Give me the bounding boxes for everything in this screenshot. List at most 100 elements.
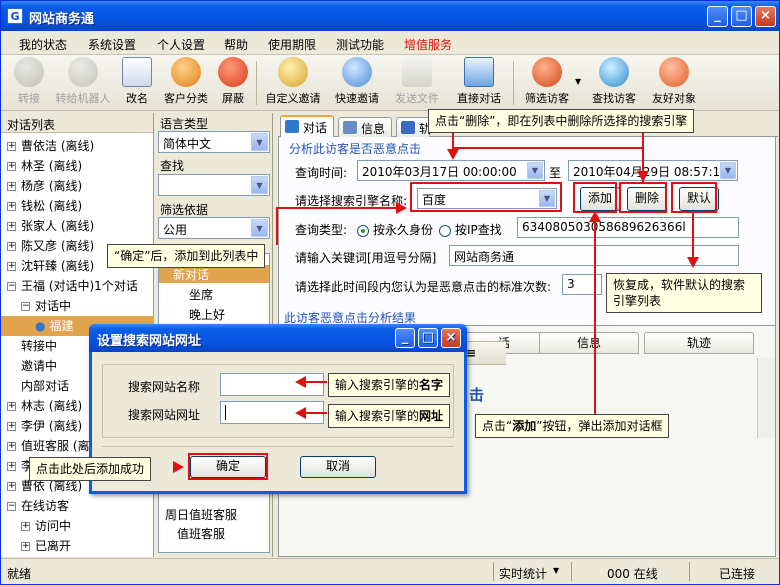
close-button[interactable]: × bbox=[755, 6, 776, 27]
collapse-icon[interactable]: − bbox=[7, 282, 16, 291]
robot-transfer-button[interactable]: 转给机器人 bbox=[51, 57, 115, 109]
dialog-title-bar[interactable]: 设置搜索网站网址 _ □ × bbox=[89, 324, 467, 352]
tree-item[interactable]: + 林圣 (离线) bbox=[1, 156, 154, 176]
menu-personal-settings[interactable]: 个人设置 bbox=[157, 36, 205, 53]
expand-icon[interactable]: + bbox=[7, 142, 16, 151]
tree-item-label: 邀请中 bbox=[21, 359, 58, 373]
tab-info[interactable]: 信息 bbox=[338, 117, 392, 137]
tab-track[interactable]: 轨 bbox=[396, 117, 431, 137]
start-time-picker[interactable]: 2010年03月17日 00:00:00 ▼ bbox=[357, 160, 545, 181]
block-button[interactable]: 屏蔽 bbox=[215, 57, 251, 109]
delete-button[interactable]: 删除 bbox=[627, 187, 667, 211]
chat-icon bbox=[285, 120, 299, 133]
chevron-down-icon[interactable]: ▼ bbox=[251, 133, 268, 151]
minimize-button[interactable]: _ bbox=[707, 6, 728, 27]
chevron-down-icon[interactable]: ▼ bbox=[720, 162, 736, 179]
expand-icon[interactable]: + bbox=[7, 462, 16, 471]
expand-icon[interactable]: + bbox=[7, 202, 16, 211]
dialog-close-button[interactable]: × bbox=[441, 328, 461, 348]
menu-help[interactable]: 帮助 bbox=[224, 36, 248, 53]
standard-count-input[interactable]: 3 bbox=[562, 274, 602, 295]
custom-invite-button[interactable]: 自定义邀请 bbox=[261, 57, 325, 109]
chevron-down-icon[interactable]: ▼ bbox=[527, 162, 543, 179]
filter-visitor-button[interactable]: 筛选访客 bbox=[519, 57, 575, 109]
chevron-down-icon[interactable]: ▼ bbox=[553, 566, 559, 575]
visitor-id-field[interactable]: 634080503058689626366l bbox=[517, 217, 739, 238]
menu-value-added[interactable]: 增值服务 bbox=[404, 36, 452, 53]
realtime-stats-button[interactable]: 实时统计 bbox=[499, 565, 547, 582]
transfer-button[interactable]: 转接 bbox=[11, 57, 47, 109]
tree-item[interactable]: + 钱松 (离线) bbox=[1, 196, 154, 216]
default-button[interactable]: 默认 bbox=[679, 187, 719, 211]
result-tab-track[interactable]: 轨迹 bbox=[644, 332, 754, 354]
friendly-object-button[interactable]: 友好对象 bbox=[647, 57, 701, 109]
search-input[interactable]: ▼ bbox=[158, 174, 270, 196]
filter-label: 筛选依据 bbox=[160, 203, 209, 217]
cancel-button[interactable]: 取消 bbox=[300, 456, 376, 478]
expand-icon[interactable]: + bbox=[7, 182, 16, 191]
result-link[interactable]: 击 bbox=[469, 384, 484, 405]
list-item[interactable]: 值班客服 bbox=[177, 525, 225, 542]
radio-permanent-id[interactable]: 按永久身份 bbox=[357, 221, 433, 238]
result-scrollbar[interactable] bbox=[757, 358, 775, 438]
radio-ip-search[interactable]: 按IP查找 bbox=[439, 221, 502, 238]
end-time-picker[interactable]: 2010年04月29日 08:57:16 ▼ bbox=[568, 160, 738, 181]
callout-add: 点击“添加”按钮，弹出添加对话框 bbox=[475, 414, 670, 438]
list-item[interactable]: 新对话 bbox=[173, 266, 209, 283]
collapse-icon[interactable]: − bbox=[7, 502, 16, 511]
tree-item[interactable]: + 杨彦 (离线) bbox=[1, 176, 154, 196]
tree-item[interactable]: − 在线访客 bbox=[1, 496, 154, 516]
tree-item[interactable]: + 张家人 (离线) bbox=[1, 216, 154, 236]
tree-item-label: 钱松 (离线) bbox=[21, 199, 83, 213]
chevron-down-icon[interactable]: ▼ bbox=[251, 176, 268, 194]
collapse-icon[interactable]: − bbox=[21, 302, 30, 311]
expand-icon[interactable]: + bbox=[7, 482, 16, 491]
transfer-icon bbox=[14, 57, 44, 87]
maximize-button[interactable]: □ bbox=[731, 6, 752, 27]
expand-icon[interactable]: + bbox=[7, 402, 16, 411]
filter-select[interactable]: 公用 ▼ bbox=[158, 217, 270, 239]
tree-item[interactable]: − 对话中 bbox=[1, 296, 154, 316]
ok-button[interactable]: 确定 bbox=[190, 456, 266, 478]
menu-my-status[interactable]: 我的状态 bbox=[19, 36, 67, 53]
tree-item[interactable]: + 访问中 bbox=[1, 516, 154, 536]
quick-invite-button[interactable]: 快速邀请 bbox=[331, 57, 383, 109]
expand-icon[interactable]: + bbox=[7, 242, 16, 251]
menu-test-functions[interactable]: 测试功能 bbox=[336, 36, 384, 53]
tree-item[interactable]: + 曹依洁 (离线) bbox=[1, 136, 154, 156]
expand-icon[interactable]: + bbox=[7, 442, 16, 451]
list-item[interactable]: 晚上好 bbox=[189, 306, 225, 323]
dialog-minimize-button[interactable]: _ bbox=[395, 328, 415, 348]
find-visitor-button[interactable]: 查找访客 bbox=[587, 57, 641, 109]
expand-icon[interactable]: + bbox=[21, 522, 30, 531]
chevron-down-icon[interactable]: ▼ bbox=[539, 190, 555, 207]
search-engine-select[interactable]: 百度 ▼ bbox=[417, 188, 557, 209]
result-tab-info[interactable]: 信息 bbox=[539, 332, 639, 354]
expand-icon[interactable]: + bbox=[7, 162, 16, 171]
expand-icon[interactable]: + bbox=[21, 542, 30, 551]
menu-system-settings[interactable]: 系统设置 bbox=[88, 36, 136, 53]
language-select[interactable]: 简体中文 ▼ bbox=[158, 131, 270, 153]
rename-button[interactable]: 改名 bbox=[119, 57, 155, 109]
customer-group-button[interactable]: 客户分类 bbox=[159, 57, 213, 109]
expand-icon[interactable]: + bbox=[7, 422, 16, 431]
direct-chat-button[interactable]: 直接对话 bbox=[453, 57, 505, 109]
list-item[interactable]: 坐席 bbox=[189, 286, 213, 303]
dialog-maximize-button[interactable]: □ bbox=[418, 328, 438, 348]
expand-icon[interactable]: + bbox=[7, 262, 16, 271]
site-name-input[interactable] bbox=[220, 373, 324, 396]
tree-item[interactable]: + 已离开 bbox=[1, 536, 154, 556]
title-bar[interactable]: G 网站商务通 _ □ × bbox=[1, 1, 779, 31]
tab-chat[interactable]: 对话 bbox=[280, 115, 334, 138]
tree-item-label: 李伊 (离线) bbox=[21, 419, 83, 433]
list-item[interactable]: 周日值班客服 bbox=[165, 506, 237, 523]
tree-item[interactable]: − 王福 (对话中)1个对话 bbox=[1, 276, 154, 296]
align-right-icon[interactable]: ≡ bbox=[466, 346, 476, 360]
expand-icon[interactable]: + bbox=[7, 222, 16, 231]
menu-usage-period[interactable]: 使用期限 bbox=[268, 36, 316, 53]
add-button[interactable]: 添加 bbox=[580, 187, 620, 211]
chevron-down-icon[interactable]: ▼ bbox=[575, 77, 581, 86]
send-file-button[interactable]: 发送文件 bbox=[391, 57, 443, 109]
tree-item-label: 沈轩臻 (离线) bbox=[21, 259, 95, 273]
chevron-down-icon[interactable]: ▼ bbox=[251, 219, 268, 237]
